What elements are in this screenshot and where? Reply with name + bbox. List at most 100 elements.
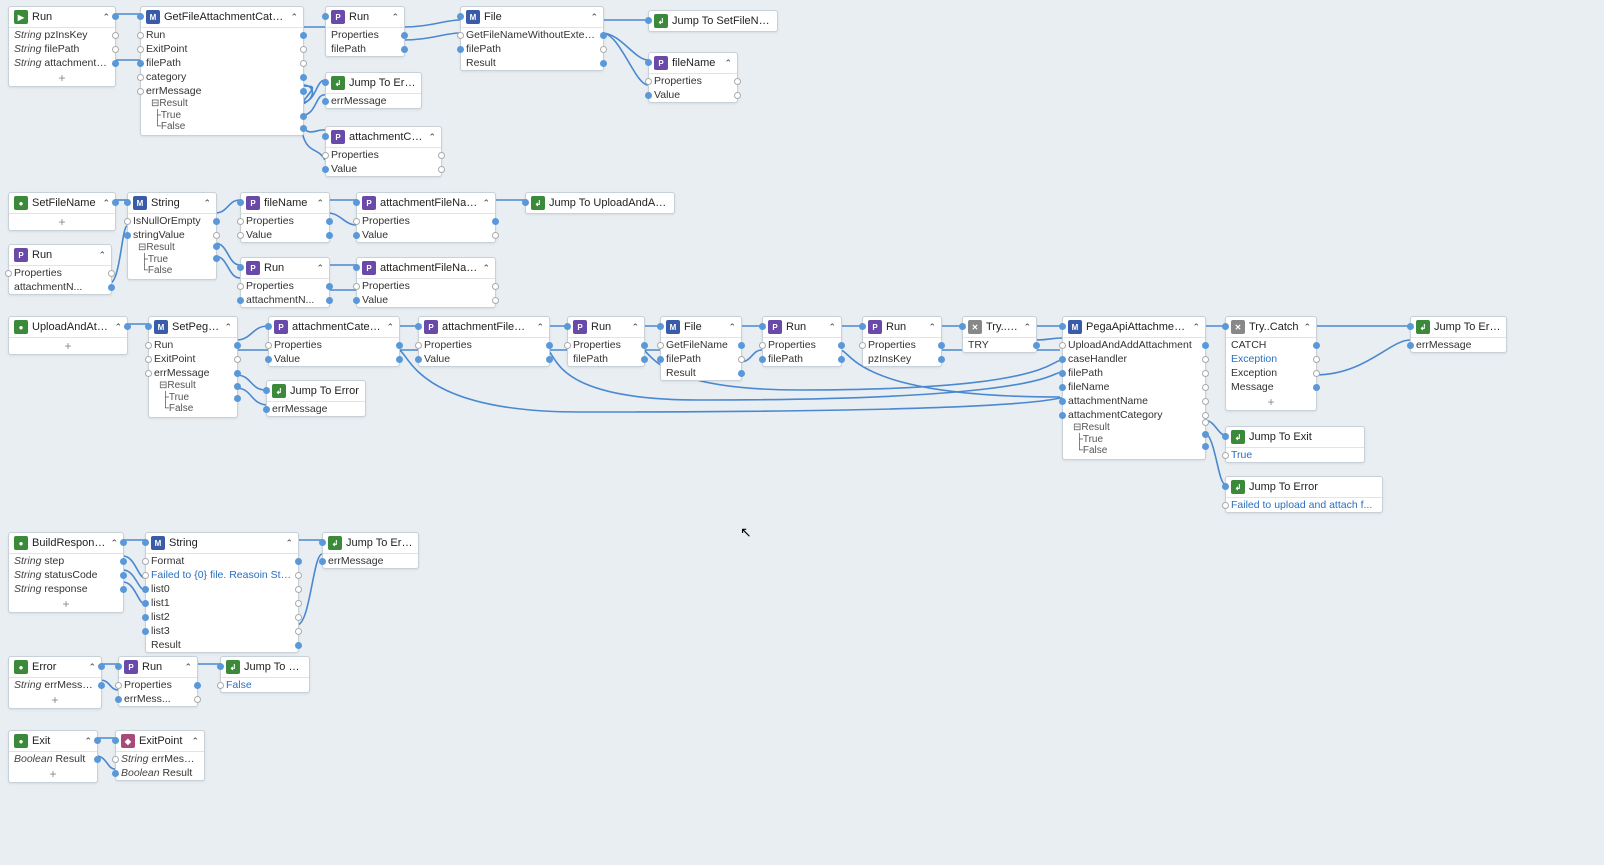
chevron-up-icon[interactable]: ⌃ [724,58,732,69]
port[interactable] [142,558,149,565]
node-jump-to-error-4[interactable]: ↲ Jump To Error Failed to upload and att… [1225,476,1383,513]
chevron-up-icon[interactable]: ⌃ [290,12,298,23]
node-run-2[interactable]: P Run ⌃ Properties filePath [325,6,405,57]
port[interactable] [115,682,122,689]
port[interactable] [237,283,244,290]
port[interactable] [326,218,333,225]
chevron-up-icon[interactable]: ⌃ [828,322,836,333]
port[interactable] [738,356,745,363]
node-jump-to-exit-2[interactable]: ↲ Jump To Exit False [220,656,310,693]
node-exit-point[interactable]: ◆ ExitPoint ⌃ String errMessage Boolean … [115,730,205,781]
chevron-up-icon[interactable]: ⌃ [114,322,122,333]
chevron-up-icon[interactable]: ⌃ [102,198,110,209]
port-in[interactable] [522,199,529,206]
port[interactable] [295,558,302,565]
node-string-2[interactable]: M String ⌃ Format Failed to {0} file. Re… [145,532,299,653]
port[interactable] [396,356,403,363]
port[interactable] [234,356,241,363]
port-in[interactable] [645,59,652,66]
port-in[interactable] [322,13,329,20]
port[interactable] [326,297,333,304]
port[interactable] [137,74,144,81]
port-in[interactable] [124,199,131,206]
node-jump-to-upload-and-attach[interactable]: ↲ Jump To UploadAndAttach [525,192,675,214]
port[interactable] [234,395,241,402]
port[interactable] [353,283,360,290]
port[interactable] [194,682,201,689]
port[interactable] [213,218,220,225]
chevron-up-icon[interactable]: ⌃ [224,322,232,333]
port-in[interactable] [322,133,329,140]
add-row[interactable]: + [9,596,123,612]
port[interactable] [564,342,571,349]
node-pega-api-attachments[interactable]: M PegaApiAttachments ⌃ UploadAndAddAttac… [1062,316,1206,460]
port[interactable] [438,152,445,159]
port[interactable] [112,770,119,777]
port-in[interactable] [353,199,360,206]
port[interactable] [217,682,224,689]
port[interactable] [234,342,241,349]
port[interactable] [145,342,152,349]
port[interactable] [265,356,272,363]
add-row[interactable]: + [9,766,97,782]
chevron-up-icon[interactable]: ⌃ [482,263,490,274]
port[interactable] [237,218,244,225]
port[interactable] [1313,356,1320,363]
node-error[interactable]: ● Error ⌃ String errMessage + [8,656,102,709]
node-run-5[interactable]: P Run ⌃ Properties filePath [567,316,645,367]
chevron-up-icon[interactable]: ⌃ [1192,322,1200,333]
port[interactable] [213,232,220,239]
add-row[interactable]: + [9,70,115,86]
port[interactable] [1202,419,1209,426]
chevron-up-icon[interactable]: ⌃ [590,12,598,23]
port-in[interactable] [1407,323,1414,330]
node-run-3[interactable]: P Run ⌃ Properties attachmentN... [8,244,112,295]
node-jump-to-error-5[interactable]: ↲ Jump To Error errMessage [322,532,419,569]
node-attachment-category-2[interactable]: P attachmentCategory ⌃ Properties Value [268,316,400,367]
port[interactable] [112,46,119,53]
port[interactable] [115,696,122,703]
port[interactable] [142,572,149,579]
chevron-up-icon[interactable]: ⌃ [88,662,96,673]
node-run-8[interactable]: P Run ⌃ Properties errMess... [118,656,198,707]
port[interactable] [759,356,766,363]
port-in[interactable] [217,663,224,670]
chevron-up-icon[interactable]: ⌃ [1303,322,1311,333]
chevron-up-icon[interactable]: ⌃ [110,538,118,549]
port[interactable] [1059,398,1066,405]
port[interactable] [1059,356,1066,363]
port[interactable] [759,342,766,349]
port[interactable] [326,283,333,290]
port[interactable] [137,46,144,53]
chevron-up-icon[interactable]: ⌃ [428,132,436,143]
port[interactable] [295,586,302,593]
port[interactable] [300,60,307,67]
port[interactable] [641,356,648,363]
port-in[interactable] [415,323,422,330]
node-file-1[interactable]: M File ⌃ GetFileNameWithoutExtension fil… [460,6,604,71]
port[interactable] [120,572,127,579]
port[interactable] [838,356,845,363]
port[interactable] [546,356,553,363]
port[interactable] [137,88,144,95]
port-in[interactable] [263,387,270,394]
port[interactable] [234,383,241,390]
port-in[interactable] [564,323,571,330]
port[interactable] [142,600,149,607]
node-get-file-attachment-category[interactable]: M GetFileAttachmentCategory ⌃ Run ExitPo… [140,6,304,136]
add-row[interactable]: + [1226,394,1316,410]
port[interactable] [263,406,270,413]
chevron-up-icon[interactable]: ⌃ [728,322,736,333]
port[interactable] [300,74,307,81]
port[interactable] [734,78,741,85]
port[interactable] [237,297,244,304]
port[interactable] [194,696,201,703]
port[interactable] [1202,384,1209,391]
port[interactable] [300,46,307,53]
port-in[interactable] [237,264,244,271]
port[interactable] [98,682,105,689]
chevron-up-icon[interactable]: ⌃ [631,322,639,333]
port[interactable] [401,46,408,53]
chevron-up-icon[interactable]: ⌃ [316,263,324,274]
port-in[interactable] [859,323,866,330]
